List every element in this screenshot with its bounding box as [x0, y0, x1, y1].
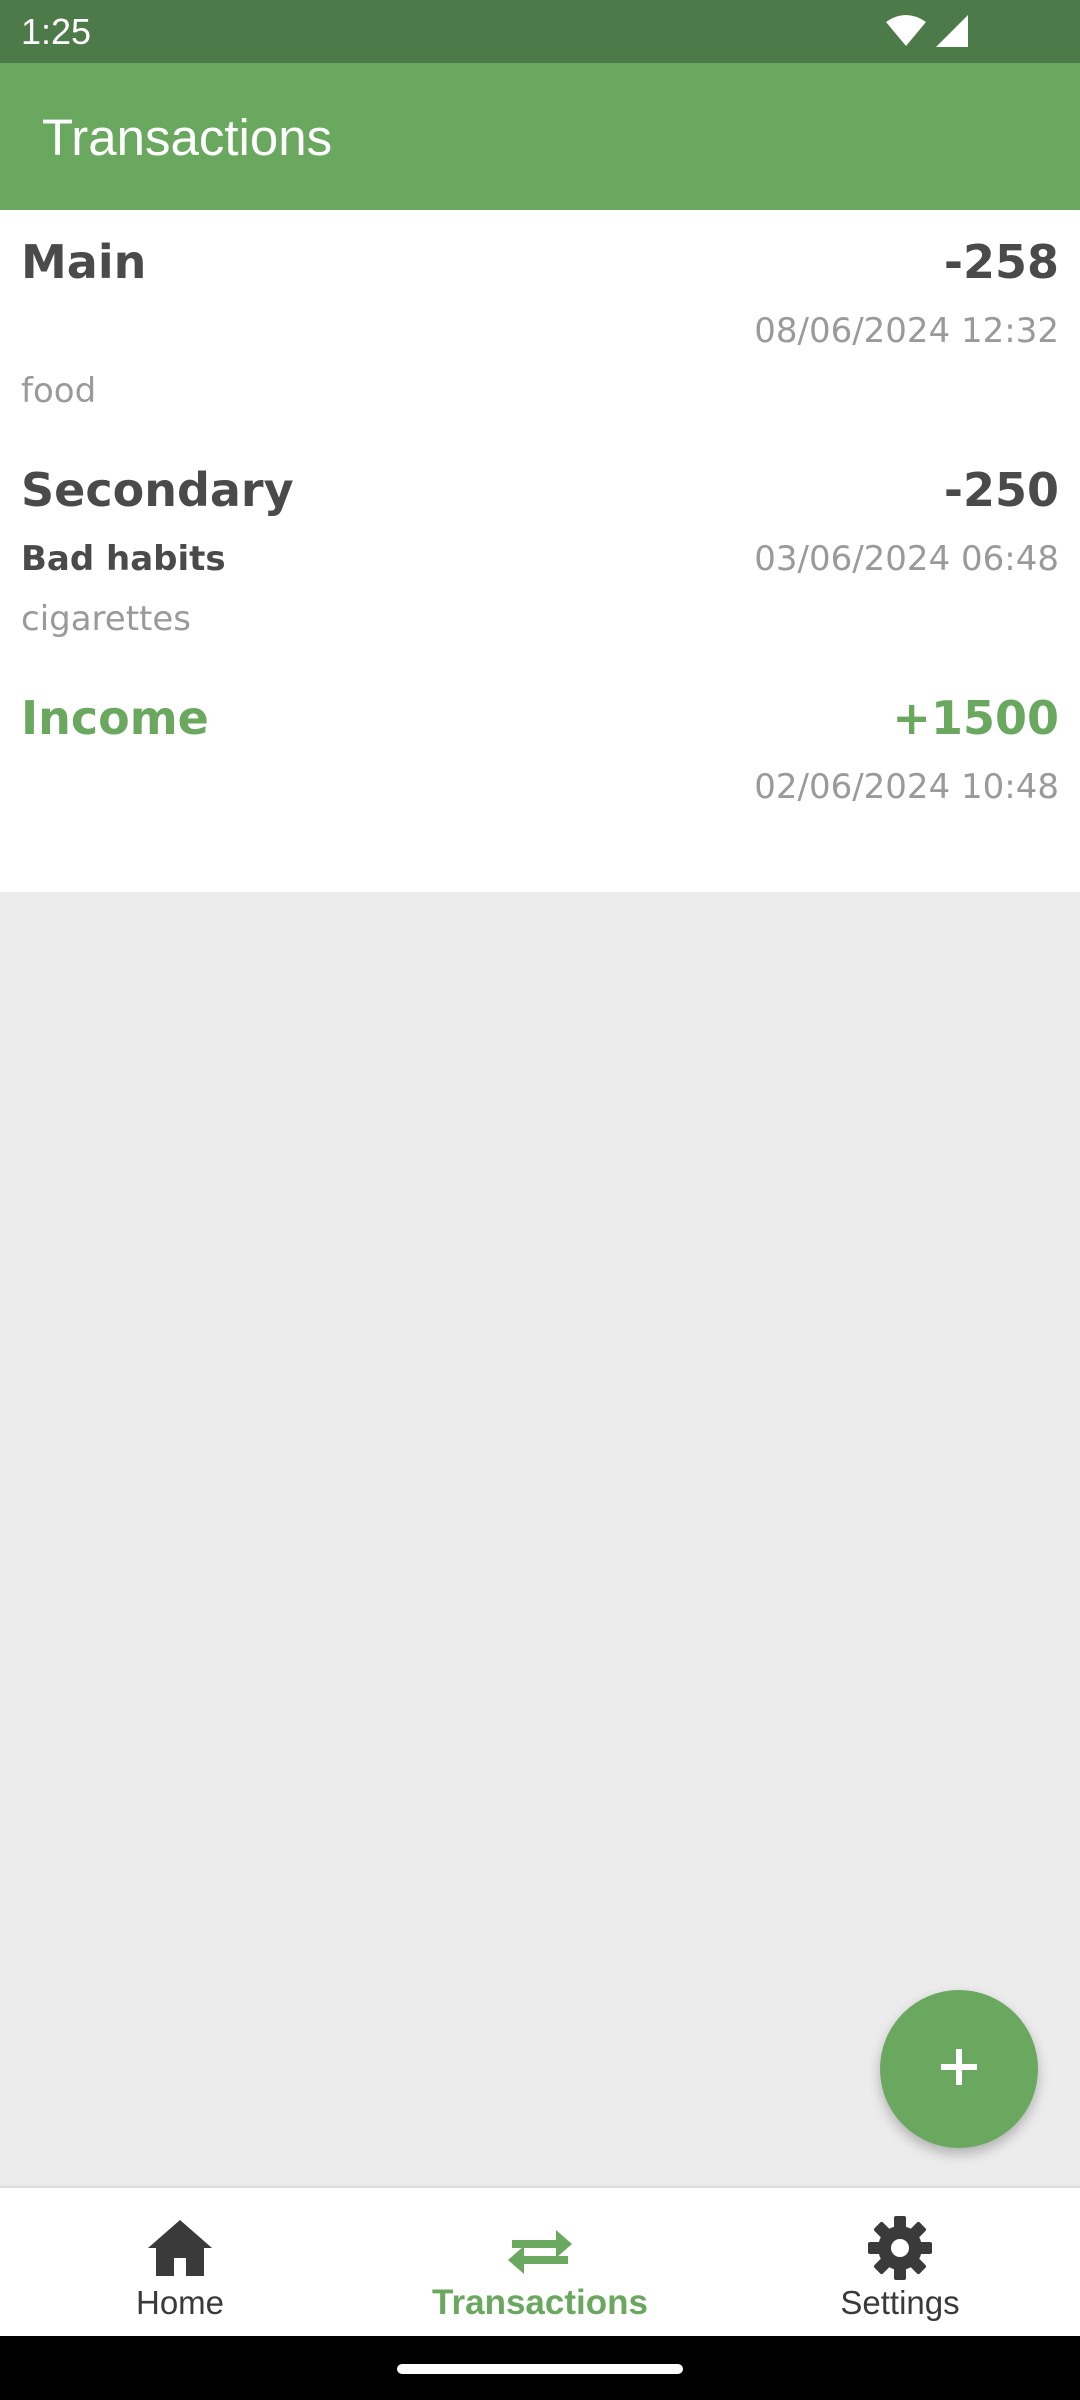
- transaction-amount: -258: [943, 235, 1059, 289]
- nav-item-settings[interactable]: Settings: [720, 2188, 1080, 2336]
- app-bar: Transactions: [0, 63, 1080, 210]
- transaction-account: Main: [21, 235, 147, 289]
- page-title: Transactions: [42, 109, 333, 166]
- transaction-list: Main -258 08/06/2024 12:32 food Secondar…: [0, 210, 1080, 892]
- transaction-item[interactable]: Income +1500 02/06/2024 10:48: [0, 666, 1080, 894]
- nav-label-transactions: Transactions: [432, 2283, 648, 2322]
- status-icons: [886, 14, 968, 52]
- bottom-navigation: Home Transactions Settings: [0, 2188, 1080, 2336]
- nav-label-home: Home: [135, 2284, 225, 2321]
- home-icon: [144, 2212, 216, 2284]
- nav-item-transactions[interactable]: Transactions: [360, 2188, 720, 2336]
- transaction-item[interactable]: Main -258 08/06/2024 12:32 food: [0, 210, 1080, 438]
- transaction-category: Bad habits: [21, 539, 226, 579]
- system-navigation-bar: [0, 2336, 1080, 2400]
- plus-icon: [939, 2047, 979, 2091]
- transaction-date: 08/06/2024 12:32: [754, 311, 1059, 351]
- transaction-note: food: [21, 371, 97, 411]
- nav-item-home[interactable]: Home: [0, 2188, 360, 2336]
- transaction-account: Secondary: [21, 463, 294, 517]
- transaction-date: 03/06/2024 06:48: [754, 539, 1059, 579]
- status-time: 1:25: [21, 11, 92, 52]
- add-transaction-button[interactable]: [880, 1990, 1038, 2148]
- transaction-date: 02/06/2024 10:48: [754, 767, 1059, 807]
- transaction-amount: +1500: [892, 691, 1059, 745]
- home-gesture-handle[interactable]: [397, 2364, 683, 2374]
- status-bar: 1:25: [0, 0, 1080, 63]
- transaction-amount: -250: [943, 463, 1059, 517]
- transaction-item[interactable]: Secondary -250 Bad habits 03/06/2024 06:…: [0, 438, 1080, 666]
- wifi-icon: [886, 14, 926, 52]
- transactions-screen: 1:25 Transactions Main -258 08/06/2024 1…: [0, 0, 1080, 2400]
- nav-label-settings: Settings: [840, 2284, 960, 2321]
- gear-icon: [864, 2212, 936, 2284]
- transaction-account: Income: [21, 691, 209, 745]
- transaction-note: cigarettes: [21, 599, 191, 639]
- transfer-arrows-icon: [504, 2212, 576, 2284]
- cell-signal-icon: [936, 15, 968, 51]
